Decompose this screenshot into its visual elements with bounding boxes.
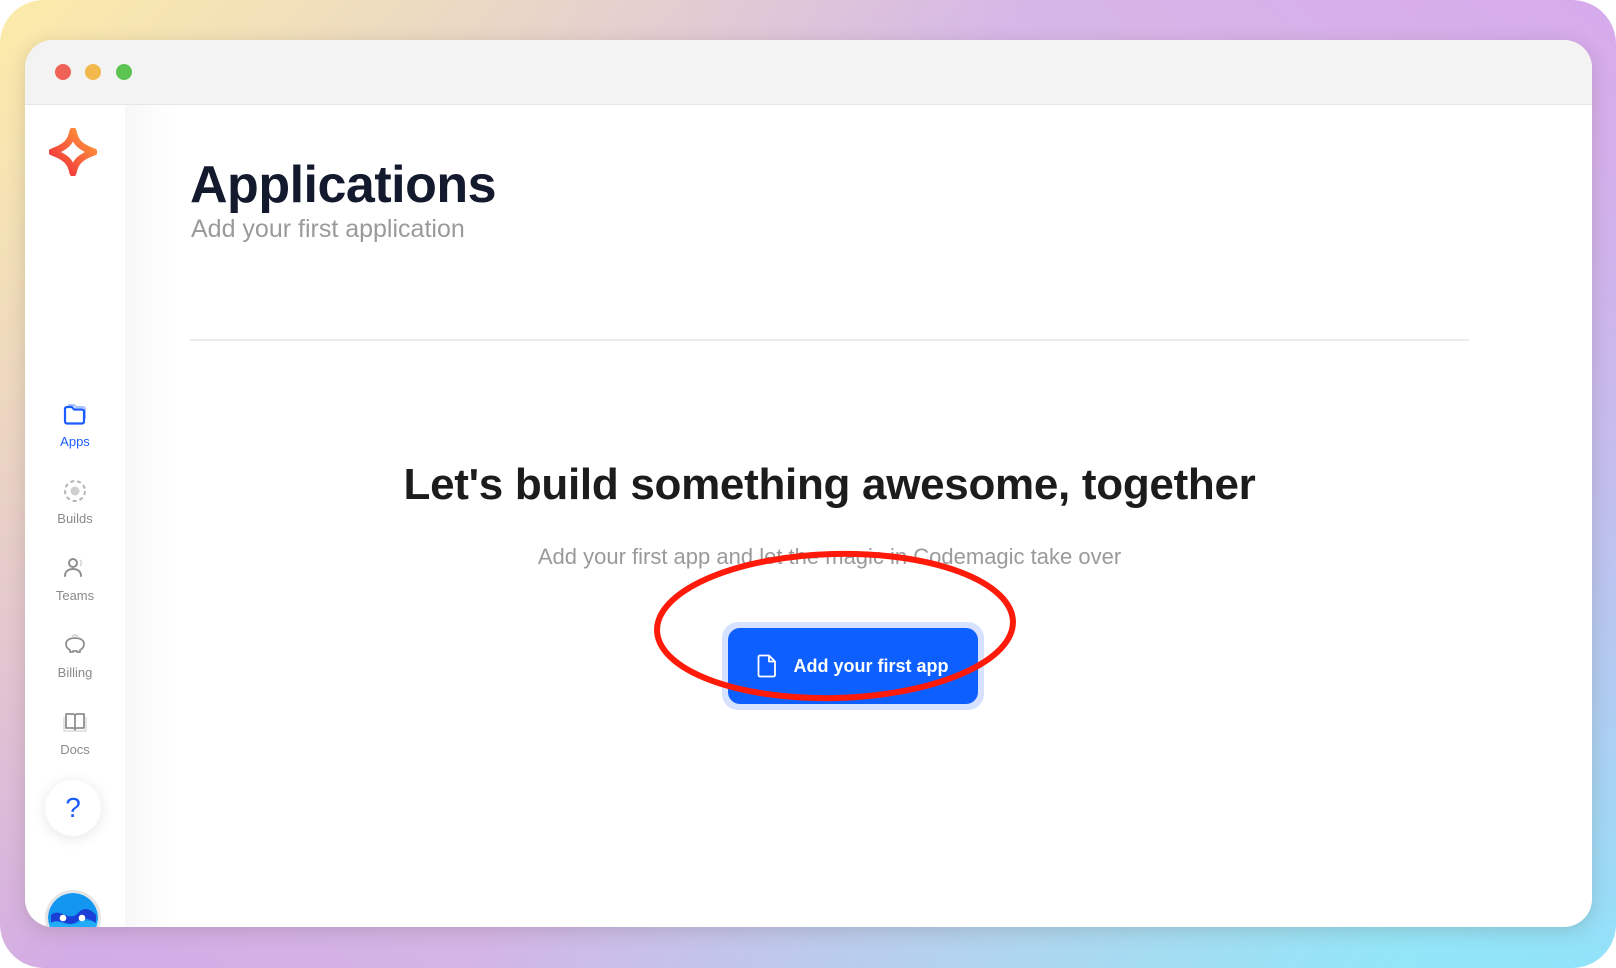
folder-icon <box>61 400 89 428</box>
book-icon <box>61 708 89 736</box>
user-avatar-icon <box>48 893 98 927</box>
close-window-button[interactable] <box>55 64 71 80</box>
add-first-app-focus-ring: Add your first app <box>722 622 984 710</box>
main-content: Applications Add your first application … <box>190 105 1469 927</box>
add-first-app-button[interactable]: Add your first app <box>728 628 978 704</box>
app-window: Apps Builds Teams Billing Docs ? Applica… <box>25 40 1592 927</box>
title-bar <box>25 40 1592 105</box>
file-icon <box>758 654 777 678</box>
sidebar-item-label: Apps <box>60 434 90 449</box>
help-button[interactable]: ? <box>45 780 101 836</box>
sidebar-item-label: Billing <box>57 665 93 680</box>
sidebar-item-billing[interactable]: Billing <box>25 631 125 695</box>
sidebar-item-label: Docs <box>60 742 90 757</box>
empty-state-subtitle: Add your first app and let the magic in … <box>537 544 1122 569</box>
page-subtitle: Add your first application <box>191 215 465 243</box>
sidebar-item-teams[interactable]: Teams <box>25 554 125 618</box>
sidebar-item-builds[interactable]: Builds <box>25 477 125 541</box>
avatar[interactable] <box>45 890 101 927</box>
sidebar-item-docs[interactable]: Docs <box>25 708 125 772</box>
sidebar-divider-shadow <box>125 105 175 927</box>
user-icon <box>61 554 89 582</box>
minimize-window-button[interactable] <box>85 64 101 80</box>
piggy-bank-icon <box>61 631 89 659</box>
builds-gear-icon <box>61 477 89 505</box>
question-mark-icon: ? <box>65 792 81 823</box>
sidebar: Apps Builds Teams Billing Docs ? <box>25 105 125 927</box>
sidebar-item-apps[interactable]: Apps <box>25 400 125 464</box>
add-first-app-label: Add your first app <box>793 655 949 676</box>
maximize-window-button[interactable] <box>116 64 132 80</box>
page-title: Applications <box>190 156 497 214</box>
sidebar-item-label: Builds <box>57 511 93 526</box>
empty-state: Let's build something awesome, together … <box>190 460 1469 570</box>
codemagic-logo-icon[interactable] <box>48 127 98 177</box>
sidebar-item-label: Teams <box>55 588 95 603</box>
empty-state-title: Let's build something awesome, together <box>403 460 1256 509</box>
header-divider <box>190 339 1469 341</box>
